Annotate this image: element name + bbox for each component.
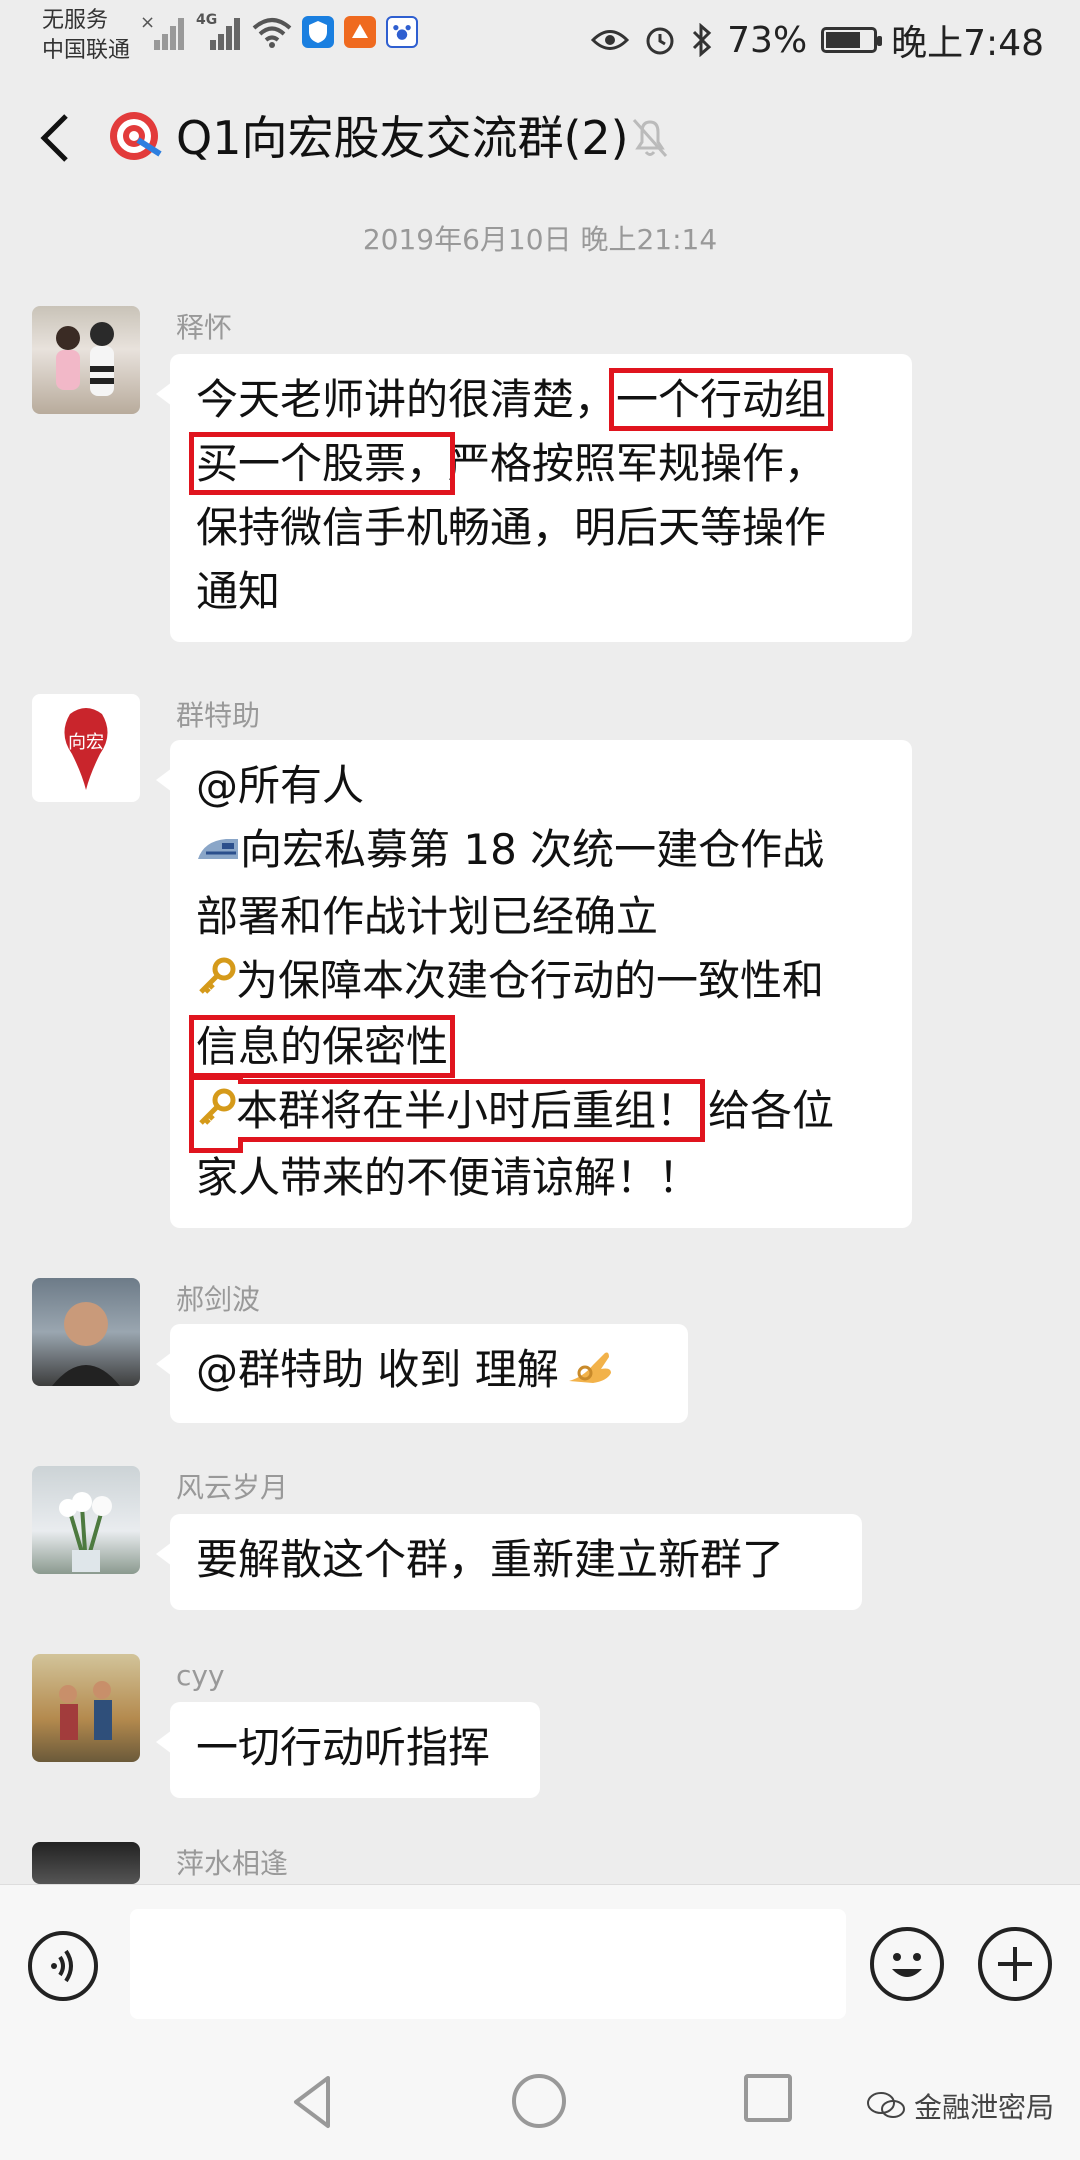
key-icon: [196, 951, 236, 1015]
battery-icon: [821, 27, 883, 53]
chat-title: Q1向宏股友交流群(2): [176, 111, 629, 165]
avatar[interactable]: [32, 1654, 140, 1762]
highlighted-text: 本群将在半小时后重组！: [188, 1079, 706, 1142]
message-text: 要解散这个群，重新建立新群了: [196, 1535, 785, 1584]
baidu-app-icon: [386, 16, 418, 48]
message-text: 保持微信手机畅通，明后天等操作: [196, 503, 827, 552]
sender-name: 释怀: [176, 311, 233, 344]
nav-recent-apps-button[interactable]: [744, 2074, 792, 2122]
bluetooth-icon: [693, 23, 712, 57]
plus-icon: [998, 1947, 1032, 1981]
eye-icon: [591, 30, 630, 50]
highlighted-text: 买一个股票，: [188, 432, 456, 495]
highlighted-text: 一个行动组: [609, 368, 834, 431]
message-bubble[interactable]: 要解散这个群，重新建立新群了: [156, 1514, 862, 1610]
message-text: 向宏私募第 18 次统一建仓作战: [240, 825, 825, 874]
more-button[interactable]: [978, 1927, 1052, 2001]
watermark-text: 金融泄密局: [913, 2091, 1054, 2124]
sender-name: 群特助: [176, 699, 261, 732]
carrier-line-1: 无服务: [42, 8, 109, 33]
avatar[interactable]: [32, 1278, 140, 1386]
avatar[interactable]: [32, 306, 140, 414]
wechat-icon: [866, 2092, 905, 2118]
message-text: @群特助 收到 理解: [196, 1345, 559, 1394]
message-text: 家人带来的不便请谅解！！: [196, 1152, 701, 1202]
carrier-info: 无服务 中国联通: [42, 6, 130, 66]
notification-app-icon: [344, 16, 376, 48]
bell-off-icon: [632, 119, 668, 157]
message-bubble[interactable]: 今天老师讲的很清楚，一个行动组 买一个股票，严格按照军规操作， 保持微信手机畅通…: [156, 354, 912, 642]
status-icons-left: × 4G: [140, 12, 418, 50]
smiley-icon: [892, 1953, 922, 1977]
message-input[interactable]: [130, 1909, 846, 2019]
sender-name: 萍水相逢: [176, 1847, 289, 1880]
ok-hand-icon: [565, 1341, 615, 1405]
message-bubble[interactable]: @所有人 向宏私募第 18 次统一建仓作战 部署和作战计划已经确立 为保障本次建…: [156, 740, 912, 1228]
sender-name: cyy: [176, 1659, 225, 1692]
carrier-line-2: 中国联通: [42, 38, 131, 63]
message-text: 本群将在半小时后重组！: [236, 1086, 699, 1135]
wifi-icon: [252, 18, 292, 48]
alarm-icon: [646, 27, 674, 55]
message-bubble[interactable]: 一切行动听指挥: [156, 1702, 540, 1798]
watermark: 金融泄密局: [866, 2086, 1054, 2126]
message-bubble[interactable]: @群特助 收到 理解: [156, 1324, 688, 1423]
battery-percent: 73%: [727, 19, 808, 61]
system-nav-bar: 金融泄密局: [0, 2044, 1080, 2160]
voice-icon: [51, 1949, 73, 1983]
message-text: 部署和作战计划已经确立: [196, 891, 659, 941]
message-text: 通知: [196, 567, 281, 616]
message-text: 严格按照军规操作，: [448, 439, 827, 488]
bullet-train-icon: [196, 821, 240, 885]
avatar[interactable]: [32, 1466, 140, 1574]
avatar-label: 向宏: [68, 732, 104, 753]
message-text: 给各位: [708, 1086, 835, 1135]
status-bar: 无服务 中国联通 × 4G 73% 晚上7:48: [0, 0, 1080, 72]
message-text: @所有人: [196, 761, 365, 810]
signal-no-service-icon: ×: [140, 12, 186, 50]
target-icon: [110, 112, 162, 160]
clock: 晚上7:48: [891, 23, 1044, 64]
security-app-icon: [302, 16, 334, 48]
chat-header: Q1向宏股友交流群(2): [0, 72, 1080, 204]
chevron-left-icon[interactable]: [30, 108, 80, 168]
avatar[interactable]: [32, 1842, 140, 1884]
message-text: 一切行动听指挥: [196, 1723, 491, 1772]
emoji-button[interactable]: [870, 1927, 944, 2001]
avatar[interactable]: 向宏: [32, 694, 140, 802]
signal-4g-icon: 4G: [196, 12, 242, 50]
highlighted-text: 信息的保密性: [188, 1015, 456, 1078]
key-icon: [196, 1082, 236, 1146]
sender-name: 郝剑波: [176, 1283, 261, 1316]
message-text: 为保障本次建仓行动的一致性和: [236, 955, 825, 1005]
message-text: 今天老师讲的很清楚，: [196, 375, 617, 424]
status-icons-right: 73% 晚上7:48: [591, 14, 1044, 66]
nav-home-button[interactable]: [512, 2074, 566, 2128]
nav-back-icon[interactable]: [284, 2072, 344, 2132]
sender-name: 风云岁月: [176, 1471, 289, 1504]
input-bar: [0, 1884, 1080, 2045]
voice-input-button[interactable]: [28, 1931, 98, 2001]
chat-timestamp: 2019年6月10日 晚上21:14: [362, 223, 718, 256]
